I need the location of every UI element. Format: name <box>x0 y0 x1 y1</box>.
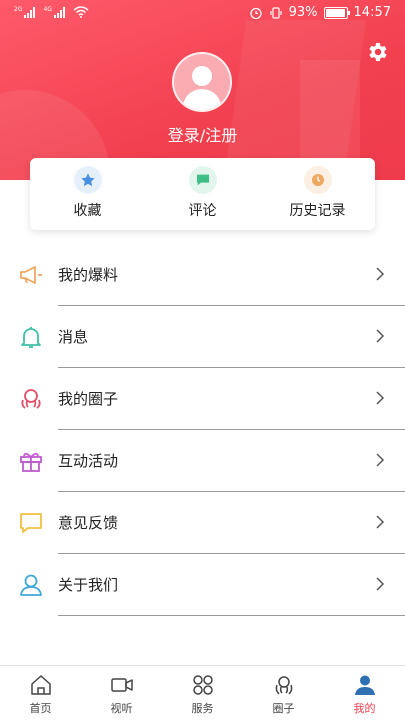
services-icon <box>192 675 213 695</box>
circle-group-icon <box>21 389 41 409</box>
gift-icon <box>20 452 42 472</box>
tab-label: 首页 <box>29 702 52 715</box>
battery-fill <box>325 8 345 17</box>
chevron-right-icon <box>376 391 385 405</box>
signal-icon: 4G <box>43 6 65 18</box>
menu-item-activities[interactable]: 互动活动 <box>0 430 405 492</box>
alarm-icon <box>249 7 262 19</box>
default-avatar-icon <box>182 66 222 110</box>
bell-icon <box>21 327 41 348</box>
menu-label: 互动活动 <box>58 452 119 470</box>
tab-home[interactable]: 首页 <box>0 666 81 721</box>
chevron-right-icon <box>376 515 385 529</box>
bottom-nav: 首页 视听 服务 圈子 我的 <box>0 665 405 721</box>
menu-item-my-reports[interactable]: 我的爆料 <box>0 244 405 306</box>
star-icon <box>73 166 102 194</box>
chevron-right-icon <box>376 453 385 467</box>
status-bar: 2G 4G 93% 14:57 <box>0 0 405 28</box>
menu-list: 我的爆料 消息 我的圈子 互动活动 意见反馈 关于我们 <box>0 244 405 616</box>
comments-button[interactable]: 评论 <box>145 158 260 230</box>
chevron-right-icon <box>376 267 385 281</box>
tab-label: 圈子 <box>272 702 295 715</box>
comments-label: 评论 <box>188 203 217 219</box>
menu-item-feedback[interactable]: 意见反馈 <box>0 492 405 554</box>
divider <box>58 615 405 616</box>
menu-item-about-us[interactable]: 关于我们 <box>0 554 405 616</box>
user-icon <box>354 675 375 695</box>
menu-label: 消息 <box>58 328 89 346</box>
feedback-icon <box>20 513 42 533</box>
menu-label: 关于我们 <box>58 576 119 594</box>
tab-label: 我的 <box>353 702 376 715</box>
history-label: 历史记录 <box>289 203 346 219</box>
quick-actions-card: 收藏 评论 历史记录 <box>30 158 375 230</box>
profile-header: 2G 4G 93% 14:57 登录/注册 <box>0 0 405 180</box>
tab-mine[interactable]: 我的 <box>324 666 405 721</box>
clock-icon <box>303 166 332 194</box>
megaphone-icon <box>20 266 42 284</box>
chevron-right-icon <box>376 329 385 343</box>
person-icon <box>20 574 42 596</box>
sim2-tag: 4G <box>43 6 52 13</box>
vibrate-icon <box>270 6 282 19</box>
menu-label: 我的圈子 <box>58 390 119 408</box>
battery-percent: 93% <box>288 5 318 20</box>
tab-label: 视听 <box>110 702 133 715</box>
favorites-button[interactable]: 收藏 <box>30 158 145 230</box>
tab-circles[interactable]: 圈子 <box>243 666 324 721</box>
battery-icon <box>323 6 350 19</box>
menu-item-messages[interactable]: 消息 <box>0 306 405 368</box>
tab-label: 服务 <box>191 702 214 715</box>
clock: 14:57 <box>353 5 391 20</box>
avatar[interactable] <box>172 52 232 112</box>
menu-label: 我的爆料 <box>58 266 119 284</box>
circle-icon <box>275 676 292 695</box>
settings-gear-icon[interactable] <box>365 40 389 64</box>
chevron-right-icon <box>376 577 385 591</box>
video-icon <box>110 678 133 692</box>
history-button[interactable]: 历史记录 <box>260 158 375 230</box>
comment-icon <box>188 166 217 194</box>
login-register-link[interactable]: 登录/注册 <box>0 122 405 146</box>
home-icon <box>30 675 51 695</box>
menu-label: 意见反馈 <box>58 514 119 532</box>
sim1-tag: 2G <box>14 6 23 13</box>
signal-icon: 2G <box>14 6 36 18</box>
menu-item-my-circles[interactable]: 我的圈子 <box>0 368 405 430</box>
favorites-label: 收藏 <box>73 203 102 219</box>
wifi-icon <box>73 6 89 18</box>
tab-services[interactable]: 服务 <box>162 666 243 721</box>
tab-media[interactable]: 视听 <box>81 666 162 721</box>
